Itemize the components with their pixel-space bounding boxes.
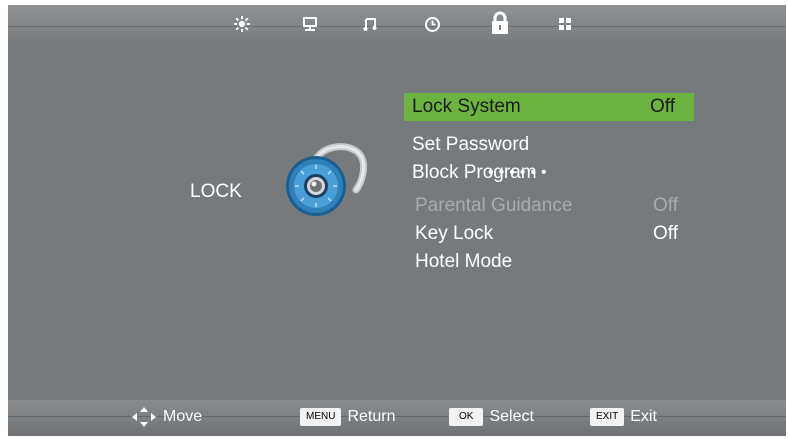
- menu-item-key-lock[interactable]: Key Lock Off: [407, 220, 697, 248]
- menu-item-value: Off: [653, 223, 678, 244]
- menu-item-set-password[interactable]: Set Password: [404, 131, 694, 159]
- move-arrows-icon: [131, 406, 157, 428]
- page-title: LOCK: [190, 181, 242, 202]
- ok-key: OK: [449, 408, 484, 426]
- menu-item-label: Set Password: [412, 134, 530, 155]
- tab-bar-divider: [8, 26, 786, 27]
- osd-screen: LOCK Lock System Off Set Password Block …: [8, 5, 786, 436]
- padlock-dial-icon: [276, 138, 372, 223]
- select-hint: OK Select: [449, 406, 534, 428]
- hint-bar-divider: [8, 416, 786, 417]
- move-label: Move: [163, 408, 203, 425]
- menu-item-lock-system[interactable]: Lock System Off: [404, 93, 694, 121]
- exit-hint: EXIT Exit: [590, 406, 657, 428]
- picture-icon[interactable]: [231, 13, 253, 35]
- move-hint: Move: [131, 406, 202, 428]
- return-label: Return: [347, 408, 396, 425]
- menu-item-label: Key Lock: [415, 223, 494, 244]
- menu-key: MENU: [300, 408, 342, 426]
- menu-item-label: Hotel Mode: [415, 251, 513, 272]
- exit-label: Exit: [630, 408, 657, 425]
- password-mask: ••••••: [488, 164, 552, 181]
- menu-item-parental-guidance: Parental Guidance Off: [407, 192, 697, 220]
- menu-item-value: Off: [650, 96, 675, 117]
- screen-icon[interactable]: [299, 13, 321, 35]
- menu-item-block-program[interactable]: Block Program ••••••: [404, 159, 694, 187]
- menu-item-label: Lock System: [412, 96, 521, 117]
- lock-icon[interactable]: [487, 9, 513, 37]
- select-label: Select: [489, 408, 534, 425]
- return-hint: MENU Return: [300, 406, 395, 428]
- menu-item-label: Parental Guidance: [415, 195, 573, 216]
- menu-item-hotel-mode[interactable]: Hotel Mode: [407, 248, 697, 276]
- apps-icon[interactable]: [554, 13, 576, 35]
- category-tab-bar: [8, 5, 786, 41]
- menu-item-value: Off: [653, 195, 678, 216]
- exit-key: EXIT: [590, 408, 625, 426]
- clock-icon[interactable]: [421, 13, 443, 35]
- music-icon[interactable]: [359, 13, 381, 35]
- key-hint-bar: Move MENU Return OK Select EXIT Exit: [8, 400, 786, 436]
